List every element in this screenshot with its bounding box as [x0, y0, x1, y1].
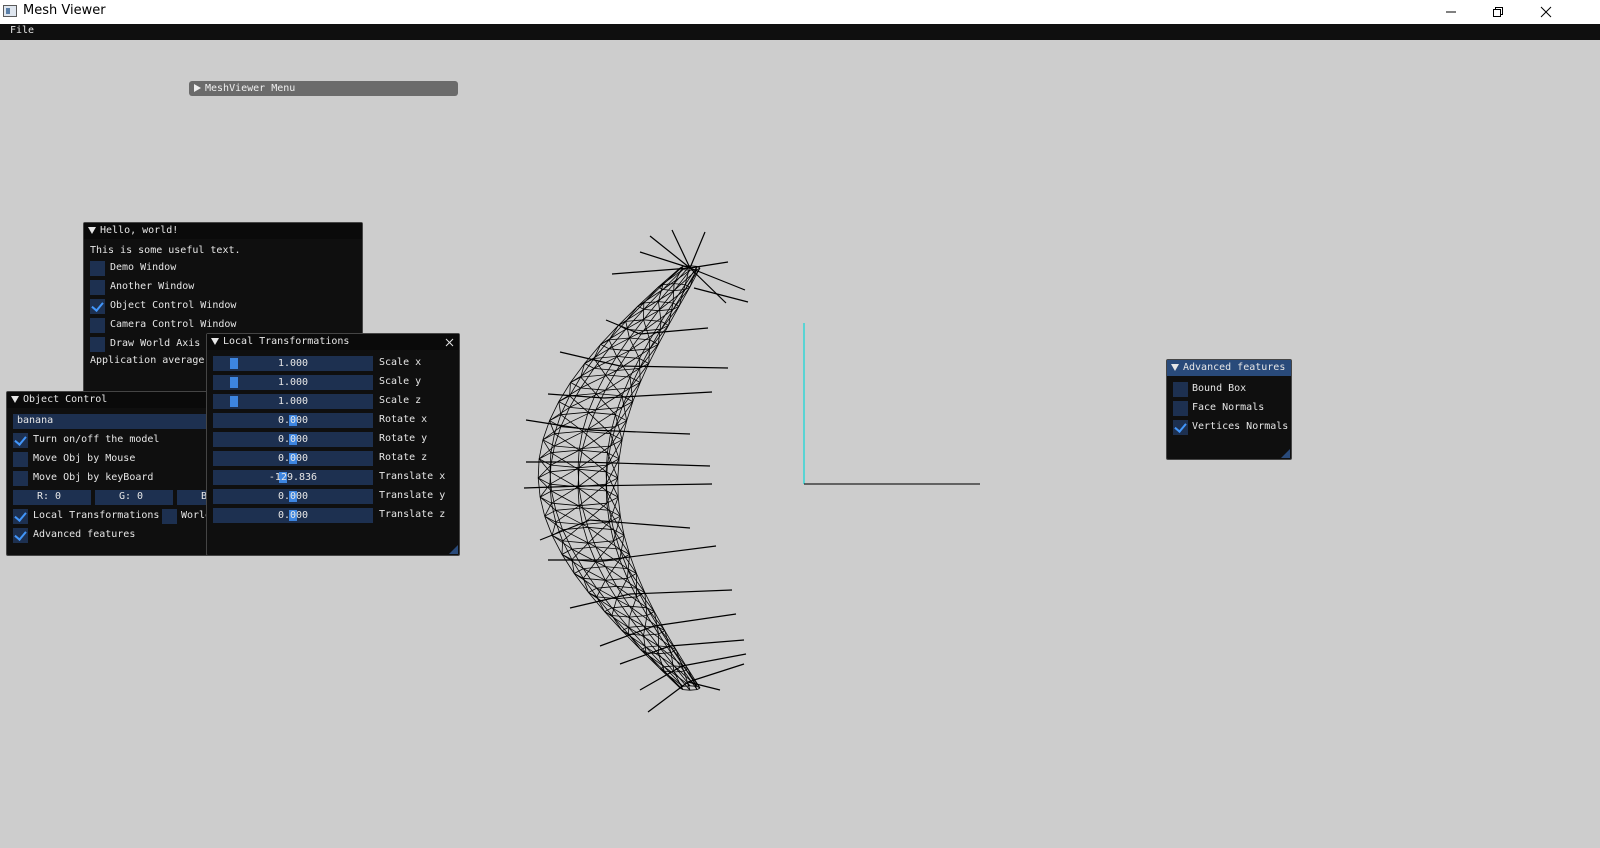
draw-world-axis-checkbox[interactable]	[90, 337, 105, 352]
minimize-button[interactable]	[1428, 0, 1474, 24]
meshviewer-menu-window[interactable]: MeshViewer Menu	[189, 81, 458, 96]
scale-z-slider[interactable]: 1.000	[213, 394, 373, 409]
demo-window-label: Demo Window	[110, 262, 177, 273]
close-window-button[interactable]	[1523, 0, 1569, 24]
camera-control-window-checkbox[interactable]	[90, 318, 105, 333]
local-transformations-window: Local Transformations 1.000 Scale x 1.000 S…	[206, 333, 460, 556]
world-transformations-checkbox[interactable]	[162, 509, 177, 524]
advanced-features-title: Advanced features	[1183, 362, 1286, 373]
window-title: Mesh Viewer	[23, 3, 106, 18]
os-title-bar: Mesh Viewer	[0, 0, 1600, 24]
move-obj-by-mouse-checkbox[interactable]	[13, 452, 28, 467]
menu-file[interactable]: File	[10, 25, 34, 36]
color-r-field[interactable]: R: 0	[13, 490, 91, 505]
rotate-y-value: 0.000	[277, 434, 309, 445]
local-transformations-title: Local Transformations	[223, 336, 350, 347]
face-normals-checkbox[interactable]	[1173, 401, 1188, 416]
scale-y-value: 1.000	[277, 377, 309, 388]
rotate-z-slider[interactable]: 0.000	[213, 451, 373, 466]
face-normals-label: Face Normals	[1192, 402, 1265, 413]
translate-y-label: Translate y	[379, 490, 446, 501]
collapse-arrow-icon[interactable]	[11, 395, 19, 403]
scale-y-label: Scale y	[379, 376, 422, 387]
scale-x-slider[interactable]: 1.000	[213, 356, 373, 371]
advanced-features-label: Advanced features	[33, 529, 136, 540]
main-menu-bar: File	[0, 24, 1600, 40]
rotate-z-value: 0.000	[277, 453, 309, 464]
translate-x-slider[interactable]: -129.836	[213, 470, 373, 485]
scale-y-slider[interactable]: 1.000	[213, 375, 373, 390]
object-name-value: banana	[17, 415, 54, 426]
color-g-field[interactable]: G: 0	[95, 490, 173, 505]
restore-icon	[1493, 7, 1503, 17]
scale-x-value: 1.000	[277, 358, 309, 369]
turn-on-off-model-label: Turn on/off the model	[33, 434, 160, 445]
hello-world-title: Hello, world!	[100, 225, 179, 236]
object-control-title: Object Control	[23, 394, 108, 405]
app-icon	[3, 5, 17, 17]
application-average-text: Application average	[90, 355, 205, 366]
turn-on-off-model-checkbox[interactable]	[13, 433, 28, 448]
translate-z-label: Translate z	[379, 509, 446, 520]
rotate-y-label: Rotate y	[379, 433, 428, 444]
translate-z-slider[interactable]: 0.000	[213, 508, 373, 523]
hello-world-titlebar[interactable]: Hello, world!	[84, 223, 362, 239]
advanced-features-window: Advanced features Bound Box Face Normals…	[1166, 359, 1292, 460]
rotate-z-label: Rotate z	[379, 452, 428, 463]
color-r-value: R: 0	[37, 491, 62, 502]
move-obj-by-keyboard-label: Move Obj by keyBoard	[33, 472, 154, 483]
close-icon	[1540, 6, 1552, 18]
local-transformations-checkbox[interactable]	[13, 509, 28, 524]
draw-world-axis-label: Draw World Axis	[110, 338, 201, 349]
bound-box-label: Bound Box	[1192, 383, 1247, 394]
resize-grip-icon[interactable]	[449, 545, 458, 554]
another-window-label: Another Window	[110, 281, 195, 292]
rotate-x-value: 0.000	[277, 415, 309, 426]
advanced-features-titlebar[interactable]: Advanced features	[1167, 360, 1291, 376]
resize-grip-icon[interactable]	[1281, 449, 1290, 458]
vertices-normals-checkbox[interactable]	[1173, 420, 1188, 435]
bound-box-checkbox[interactable]	[1173, 382, 1188, 397]
translate-y-value: 0.000	[277, 491, 309, 502]
banana-mesh	[523, 229, 749, 713]
collapse-arrow-icon[interactable]	[1171, 363, 1179, 371]
expand-arrow-icon	[194, 84, 201, 92]
move-obj-by-mouse-label: Move Obj by Mouse	[33, 453, 136, 464]
scale-z-label: Scale z	[379, 395, 422, 406]
meshviewer-menu-title: MeshViewer Menu	[205, 83, 296, 94]
scale-x-label: Scale x	[379, 357, 422, 368]
demo-window-checkbox[interactable]	[90, 261, 105, 276]
object-name-field[interactable]: banana	[13, 414, 213, 429]
rotate-x-slider[interactable]: 0.000	[213, 413, 373, 428]
useful-text: This is some useful text.	[90, 245, 241, 256]
another-window-checkbox[interactable]	[90, 280, 105, 295]
minimize-icon	[1446, 11, 1456, 13]
move-obj-by-keyboard-checkbox[interactable]	[13, 471, 28, 486]
collapse-arrow-icon[interactable]	[211, 337, 219, 345]
object-control-window-checkbox[interactable]	[90, 299, 105, 314]
translate-z-value: 0.000	[277, 510, 309, 521]
advanced-features-checkbox[interactable]	[13, 528, 28, 543]
object-control-window-label: Object Control Window	[110, 300, 237, 311]
local-transformations-label: Local Transformations	[33, 510, 160, 521]
translate-y-slider[interactable]: 0.000	[213, 489, 373, 504]
vertices-normals-label: Vertices Normals	[1192, 421, 1289, 432]
local-transformations-titlebar[interactable]: Local Transformations	[207, 334, 459, 350]
scale-z-value: 1.000	[277, 396, 309, 407]
restore-button[interactable]	[1475, 0, 1521, 24]
rotate-x-label: Rotate x	[379, 414, 428, 425]
translate-x-label: Translate x	[379, 471, 446, 482]
camera-control-window-label: Camera Control Window	[110, 319, 237, 330]
close-icon[interactable]	[445, 338, 454, 347]
color-g-value: G: 0	[119, 491, 144, 502]
rotate-y-slider[interactable]: 0.000	[213, 432, 373, 447]
translate-x-value: -129.836	[268, 472, 318, 483]
collapse-arrow-icon[interactable]	[88, 226, 96, 234]
